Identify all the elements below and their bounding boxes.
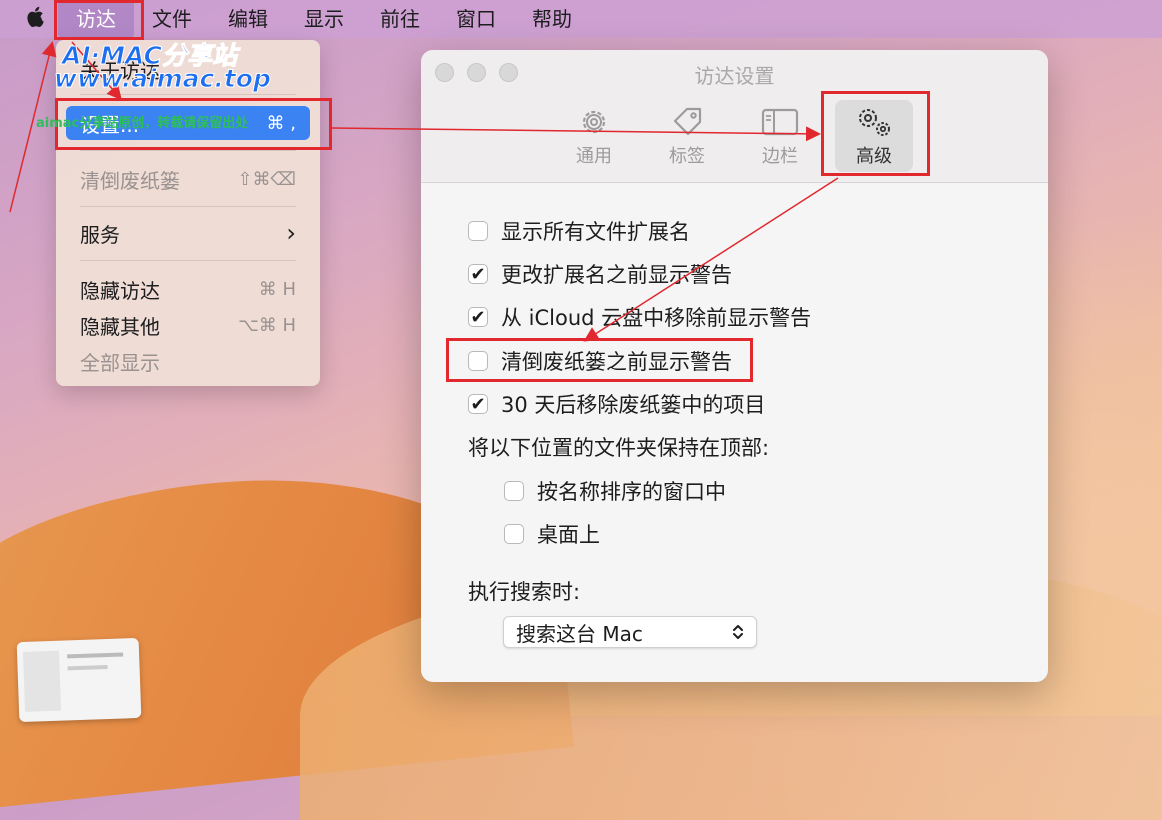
- watermark-url: www.aimac.top: [54, 64, 272, 94]
- watermark-overlay-text: aimac分享站原创，转载请保留出处: [36, 116, 249, 131]
- highlight-box-advanced-tab: [821, 91, 930, 176]
- highlight-box-finder-menu: [54, 0, 144, 40]
- highlight-box-empty-trash-warning: [446, 338, 753, 382]
